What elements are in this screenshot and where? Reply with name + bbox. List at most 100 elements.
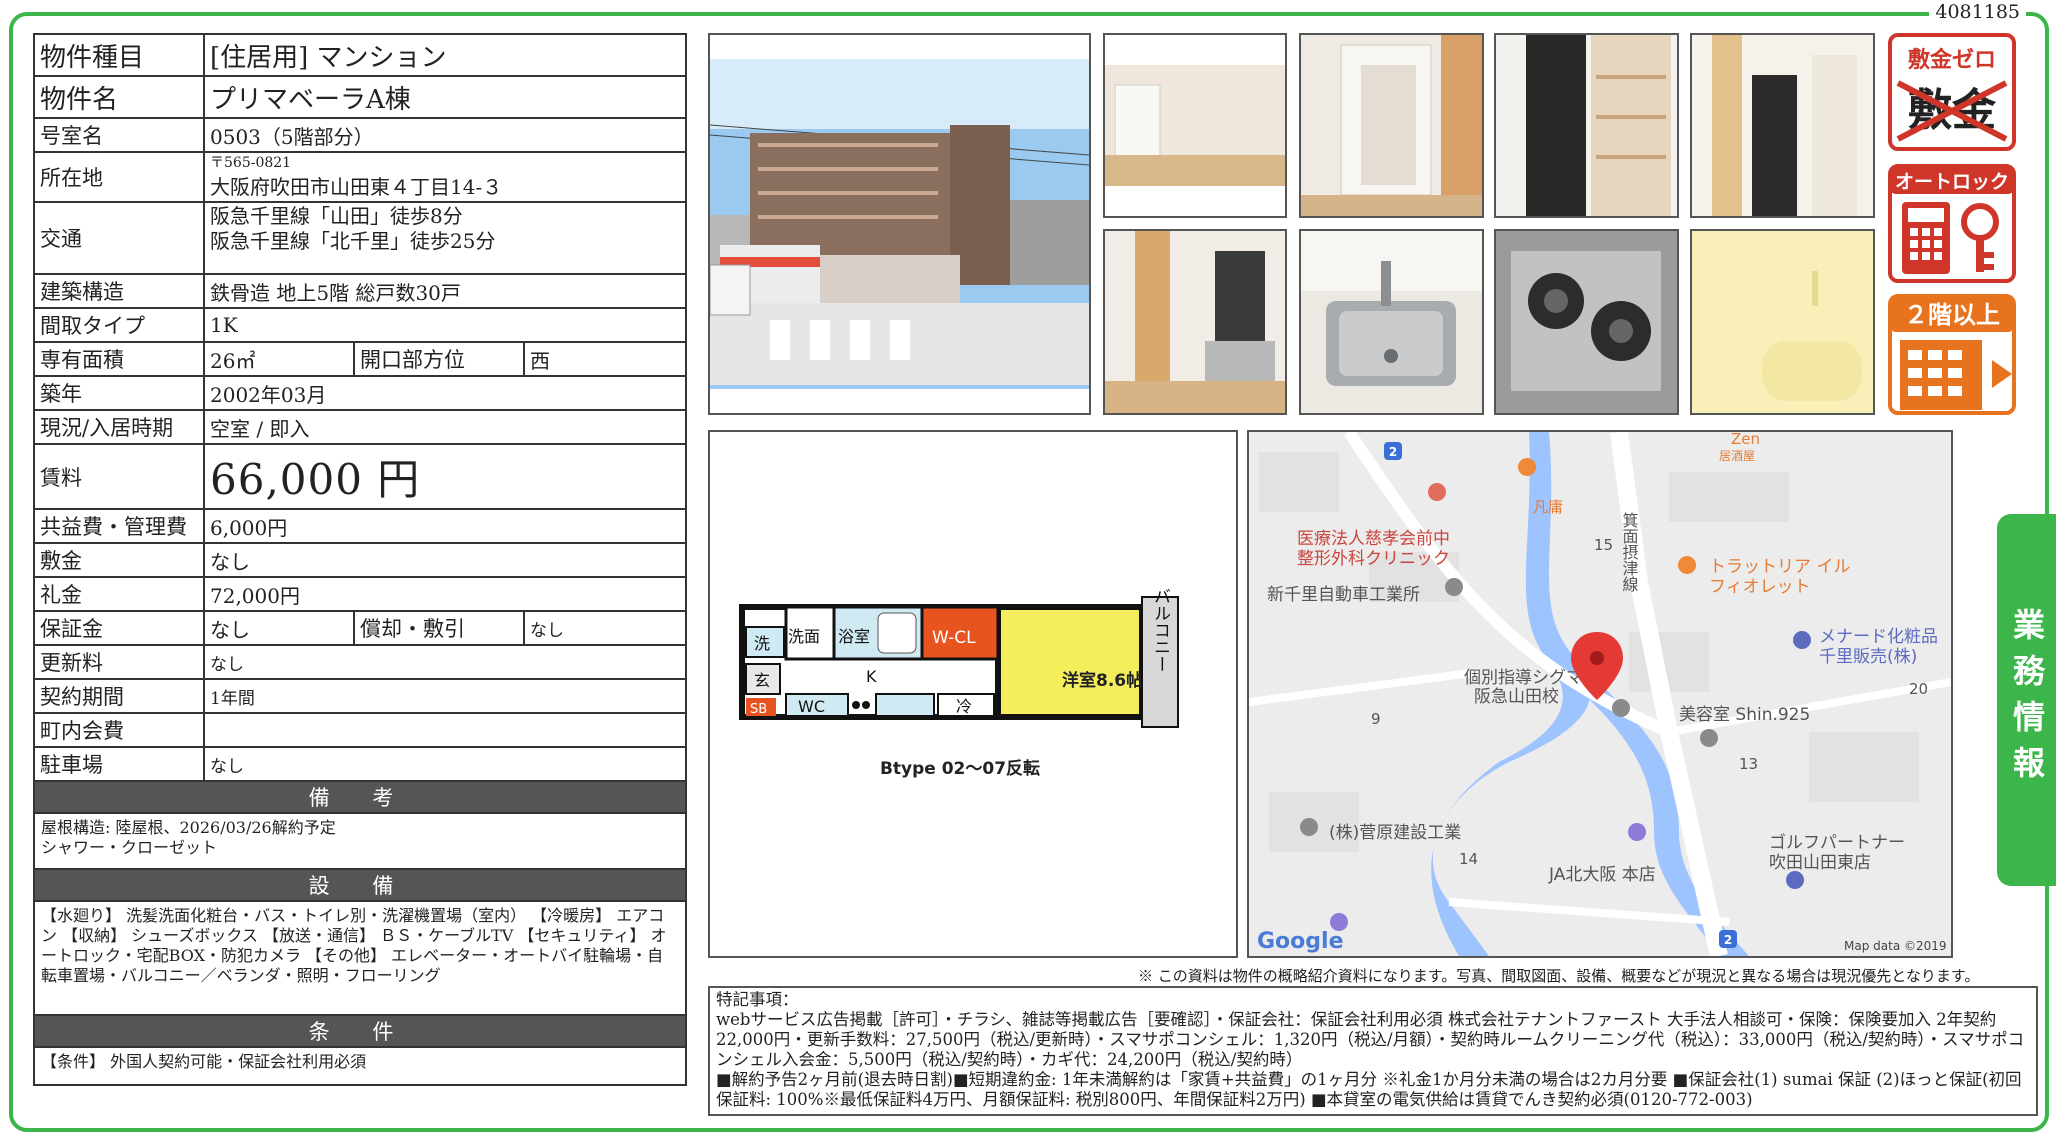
area-label: 専有面積: [33, 341, 205, 377]
structure-value: 鉄骨造 地上5階 総戸数30戸: [202, 273, 688, 309]
access-label: 交通: [33, 201, 205, 275]
parking-value: なし: [202, 746, 688, 782]
plan-caption: Btype 02～07反転: [880, 758, 1040, 779]
property-table: 物件種目 [住居用] マンション 物件名 プリマベーラA棟 号室名 0503（5階部分…: [32, 33, 688, 1086]
conditions-heading: 条 件: [32, 1014, 688, 1048]
assoc-value: [202, 712, 688, 748]
shop-pin-icon[interactable]: [1793, 631, 1811, 649]
second-floor-badge: ２階以上: [1888, 294, 2016, 415]
amort-value: なし: [522, 610, 688, 646]
parking-label: 駐車場: [33, 746, 205, 782]
opening-label: 開口部方位: [353, 341, 525, 377]
map-izakaya: 居酒屋: [1719, 449, 1755, 463]
type-label: 物件種目: [33, 33, 205, 77]
map-salon: 美容室 Shin.925: [1679, 705, 1810, 725]
document-id: 4081185: [1929, 1, 2026, 23]
map-n15: 15: [1594, 536, 1613, 554]
access-line-1: 阪急千里線「山田」徒歩8分: [210, 204, 463, 228]
fridge-label: 冷: [956, 697, 972, 716]
remarks-body: 屋根構造: 陸屋根、2026/03/26解約予定 シャワー・クローゼット: [32, 812, 688, 870]
kitchen-label: K: [866, 667, 877, 686]
closet-label: W-CL: [932, 628, 976, 648]
map-trattoria-2: フィオレット: [1709, 577, 1811, 597]
name-label: 物件名: [33, 75, 205, 119]
rent-value: 66,000 円: [202, 443, 688, 510]
autolock-text: オートロック: [1895, 171, 2009, 193]
map-sigma-1: 個別指導シグマ: [1464, 668, 1583, 688]
map-n20: 20: [1909, 680, 1928, 698]
map-clinic-2: 整形外科クリニック: [1297, 549, 1450, 569]
guarantee-value: なし: [203, 610, 355, 646]
route-2-shield-a: 2: [1389, 445, 1397, 459]
structure-label: 建築構造: [33, 273, 205, 309]
route-2-shield-b: 2: [1724, 933, 1732, 947]
disclaimer-text: ※ この資料は物件の概略紹介資料になります。写真、間取図面、設備、概要などが現況…: [1138, 967, 1980, 985]
fee-label: 共益費・管理費: [33, 508, 205, 544]
map-n9: 9: [1371, 710, 1381, 728]
bank-pin-icon[interactable]: [1628, 823, 1646, 841]
map-data-credit: Map data ©2019: [1844, 939, 1947, 953]
map-panel[interactable]: Zen 居酒屋 凡庸 医療法人慈孝会前中 整形外科クリニック トラットリア イル…: [1247, 430, 1953, 958]
room-label: 洋室8.6帖: [1062, 670, 1143, 691]
shoebox-label: SB: [750, 702, 767, 717]
room-value: 0503（5階部分）: [202, 117, 688, 153]
renewal-label: 更新料: [33, 644, 205, 680]
auto-pin-icon[interactable]: [1445, 578, 1463, 596]
access-cell: 阪急千里線「山田」徒歩8分 阪急千里線「北千里」徒歩25分: [202, 201, 688, 275]
zero-deposit-badge: 敷金ゼロ 敷金: [1888, 33, 2016, 151]
access-line-2: 阪急千里線「北千里」徒歩25分: [210, 229, 496, 253]
stove-photo: [1494, 229, 1679, 415]
map-sugahara: (株)菅原建設工業: [1329, 823, 1461, 843]
business-info-label: 業務情報: [2008, 608, 2046, 792]
address-value: 大阪府吹田市山田東４丁目14-３: [210, 174, 503, 199]
floor-text: ２階以上: [1904, 301, 2000, 329]
laundry-label: 洗: [754, 634, 770, 653]
assoc-label: 町内会費: [33, 712, 205, 748]
company-pin-icon[interactable]: [1300, 818, 1318, 836]
map-trattoria-1: トラットリア イル: [1709, 557, 1850, 577]
address-cell: 〒565-0821 大阪府吹田市山田東４丁目14-３: [202, 151, 688, 203]
built-value: 2002年03月: [202, 375, 688, 411]
map-auto: 新千里自動車工業所: [1267, 585, 1420, 605]
equipment-body: 【水廻り】 洗髪洗面化粧台・バス・トイレ別・洗濯機置場（室内） 【冷暖房】 エア…: [32, 900, 688, 1016]
autolock-badge: オートロック: [1888, 164, 2016, 283]
remarks-line-1: 屋根構造: 陸屋根、2026/03/26解約予定: [41, 818, 336, 837]
restaurant-pin-icon-2[interactable]: [1678, 556, 1696, 574]
contract-label: 契約期間: [33, 678, 205, 714]
bath-label: 浴室: [838, 627, 870, 646]
rent-label: 賃料: [33, 443, 205, 510]
restaurant-pin-icon[interactable]: [1518, 458, 1536, 476]
map-menard-1: メナード化粧品: [1819, 627, 1938, 647]
conditions-body: 【条件】 外国人契約可能・保証会社利用必須: [32, 1046, 688, 1086]
sink-photo: [1299, 229, 1484, 415]
type-value: [住居用] マンション: [202, 33, 688, 77]
western-room: [998, 607, 1142, 717]
clinic-pin-icon[interactable]: [1428, 483, 1446, 501]
map-menard-2: 千里販売(株): [1819, 647, 1917, 667]
salon-pin-icon[interactable]: [1700, 729, 1718, 747]
special-line-1: webサービス広告掲載［許可］・チラシ、雑誌等掲載広告［要確認］・保証会社：保証…: [716, 1010, 2025, 1069]
room-photo-5: [1103, 229, 1287, 415]
bathroom-photo: [1690, 229, 1875, 415]
google-logo: Google: [1257, 929, 1344, 954]
map-ja: JA北大阪 本店: [1548, 865, 1656, 885]
fee-value: 6,000円: [202, 508, 688, 544]
deposit-value: なし: [202, 542, 688, 578]
status-label: 現況/入居時期: [33, 409, 205, 445]
zero-deposit-text: 敷金ゼロ: [1908, 47, 1996, 73]
map-sigma-2: 阪急山田校: [1474, 687, 1559, 707]
business-info-tab[interactable]: 業務情報: [1997, 514, 2056, 886]
wc-label: WC: [798, 697, 825, 716]
school-pin-icon[interactable]: [1612, 699, 1630, 717]
guarantee-label: 保証金: [33, 610, 205, 646]
map-zen: Zen: [1731, 432, 1760, 448]
amort-label: 償却・敷引: [353, 610, 525, 646]
building-exterior-photo: [708, 33, 1091, 415]
washroom-label: 洗面: [788, 627, 820, 646]
map-n14: 14: [1459, 850, 1478, 868]
map-rail: 箕面摂津線: [1620, 512, 1639, 592]
built-label: 築年: [33, 375, 205, 411]
status-value: 空室 / 即入: [202, 409, 688, 445]
remarks-line-2: シャワー・クローゼット: [41, 838, 218, 857]
golf-pin-icon[interactable]: [1786, 871, 1804, 889]
